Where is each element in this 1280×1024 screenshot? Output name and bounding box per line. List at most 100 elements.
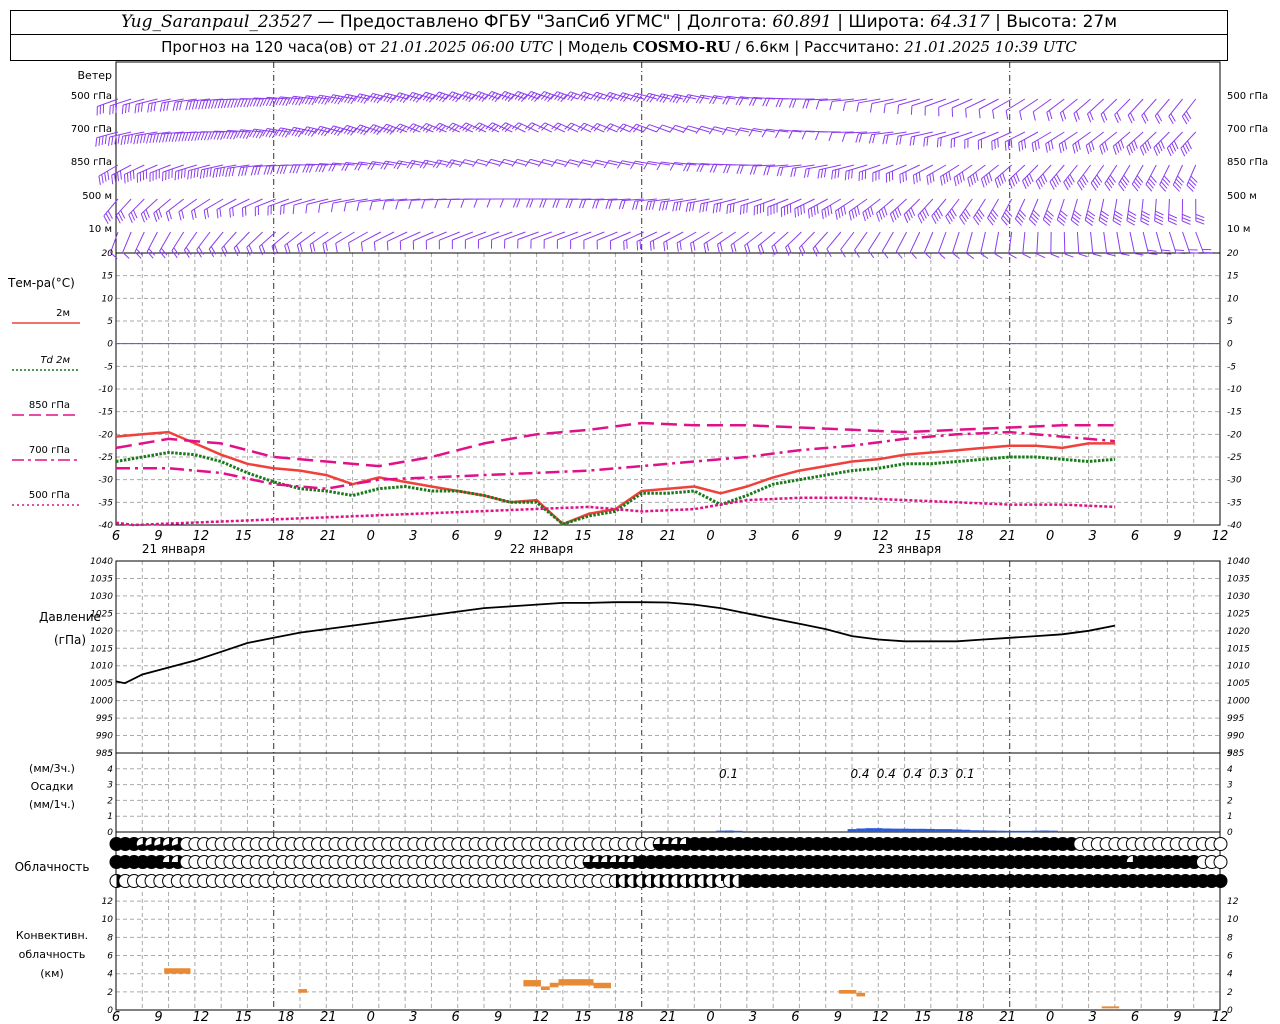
- wind-barb-feather: [565, 199, 570, 209]
- precip-bar: [952, 829, 962, 832]
- wind-barb-feather: [408, 200, 412, 210]
- wind-barb-feather: [1182, 213, 1191, 219]
- wind-barb-feather: [956, 175, 960, 185]
- temp-tick-left: -35: [98, 498, 113, 508]
- wind-barb-feather: [595, 199, 600, 209]
- pressure-tick-right: 1015: [1227, 644, 1250, 654]
- conv-tick-right: 2: [1227, 988, 1233, 998]
- wind-barb-feather: [945, 173, 949, 183]
- wind-barb-feather: [835, 210, 838, 220]
- wind-barb-shaft: [122, 231, 132, 253]
- wind-barb-feather: [305, 164, 311, 173]
- wind-barb-feather: [807, 209, 810, 219]
- wind-level-label-left: 500 гПа: [71, 91, 112, 102]
- wind-barb-feather: [1089, 111, 1094, 121]
- wind-barb-feather: [899, 135, 902, 145]
- wind-barb-feather: [876, 212, 880, 222]
- precip-3h-label: 0.4: [903, 767, 922, 781]
- wind-barb-shaft: [246, 231, 263, 248]
- wind-barb-feather: [675, 201, 679, 211]
- wind-barb-feather: [829, 101, 833, 111]
- pressure-tick-left: 1030: [90, 592, 113, 602]
- wind-barb-feather: [104, 172, 107, 182]
- wind-barb-feather: [1099, 145, 1103, 155]
- wind-barb-feather: [1018, 142, 1021, 152]
- precip-tick-right: 1: [1227, 812, 1233, 822]
- wind-barb-feather: [1147, 249, 1157, 252]
- wind-barb-feather: [289, 164, 294, 174]
- wind-barb-feather: [788, 99, 794, 108]
- wind-barb-feather: [663, 242, 666, 252]
- meteogram: 6 9 12 15 18 21 0 3 6 9 12 15 18 21 0 3 6 9 12 15 18 21 0 3 6 9 12…: [7, 61, 1268, 1024]
- wind-barb-feather: [1058, 144, 1062, 154]
- wind-barb-feather: [862, 212, 866, 222]
- wind-barb-feather: [175, 101, 179, 111]
- wind-barb-feather: [867, 208, 872, 218]
- wind-barb-shaft: [293, 198, 316, 206]
- wind-barb-feather: [855, 133, 859, 143]
- wind-barb-feather: [910, 105, 913, 115]
- hour-tick-label-bottom: 18: [278, 1010, 295, 1024]
- wind-barb-feather: [969, 175, 974, 185]
- wind-barb-feather: [1142, 144, 1147, 154]
- wind-barb-shaft: [701, 125, 723, 133]
- temp-tick-left: 10: [102, 294, 114, 304]
- wind-barb-feather: [111, 136, 114, 146]
- wind-barb-feather: [295, 164, 301, 174]
- wind-barb-feather: [1139, 146, 1145, 156]
- wind-barb-feather: [232, 207, 234, 217]
- wind-barb-shaft: [1076, 231, 1080, 254]
- wind-barb-feather: [708, 126, 715, 135]
- wind-barb-feather: [1010, 138, 1013, 148]
- wind-barb-feather: [198, 100, 202, 110]
- wind-barb-feather: [210, 99, 215, 109]
- temp-tick-right: -30: [1227, 476, 1242, 486]
- wind-barb-feather: [190, 169, 193, 179]
- wind-barb-feather: [992, 109, 995, 119]
- wind-barb-feather: [905, 211, 911, 221]
- wind-barb-feather: [702, 202, 705, 212]
- wind-barb-feather: [1029, 173, 1034, 183]
- wind-barb-feather: [665, 201, 669, 210]
- wind-barb-shaft: [951, 231, 960, 254]
- wind-barb-feather: [117, 172, 120, 182]
- wind-barb-feather: [1005, 110, 1009, 120]
- wind-barb-feather: [1169, 145, 1174, 154]
- wind-barb-feather: [146, 134, 150, 144]
- wind-barb-feather: [104, 135, 107, 145]
- convective-bar: [1101, 1006, 1120, 1009]
- conv-title-2: облачность: [19, 948, 86, 961]
- cloud-symbol-fill: [1214, 874, 1227, 888]
- wind-barb-feather: [1166, 147, 1172, 157]
- wind-barb-feather: [98, 175, 101, 185]
- wind-barb-feather: [797, 207, 799, 217]
- wind-barb-feather: [762, 97, 767, 107]
- wind-barb-feather: [191, 210, 194, 220]
- wind-barb-feather: [899, 174, 901, 184]
- wind-barb-feather: [858, 133, 863, 143]
- wind-barb-feather: [1184, 143, 1190, 152]
- hour-tick-label: 9: [494, 529, 502, 544]
- wind-barb-feather: [662, 201, 666, 211]
- wind-barb-feather: [118, 212, 123, 222]
- wind-barb-feather: [172, 102, 176, 112]
- wind-barb-feather: [1032, 111, 1036, 121]
- wind-barb-shaft: [881, 231, 894, 252]
- wind-barb-shaft: [1166, 131, 1183, 149]
- wind-barb-feather: [733, 242, 737, 252]
- wind-barb-feather: [191, 100, 196, 110]
- wind-barb-feather: [1061, 142, 1065, 152]
- wind-barb-feather: [635, 200, 639, 210]
- wind-barb-shaft: [923, 231, 934, 253]
- wind-barb-feather: [184, 168, 186, 178]
- wind-barb-feather: [551, 159, 558, 168]
- pressure-tick-right: 1020: [1227, 627, 1250, 637]
- wind-barb-feather: [473, 198, 478, 208]
- precip-bar: [1014, 830, 1023, 833]
- wind-barb-feather: [961, 171, 965, 181]
- wind-barb-shaft: [1129, 231, 1136, 254]
- hour-tick-label-bottom: 6: [452, 1010, 460, 1024]
- wind-barb-feather: [1114, 114, 1119, 124]
- wind-barb-feather: [155, 210, 160, 220]
- wind-barb-shaft: [1022, 164, 1039, 181]
